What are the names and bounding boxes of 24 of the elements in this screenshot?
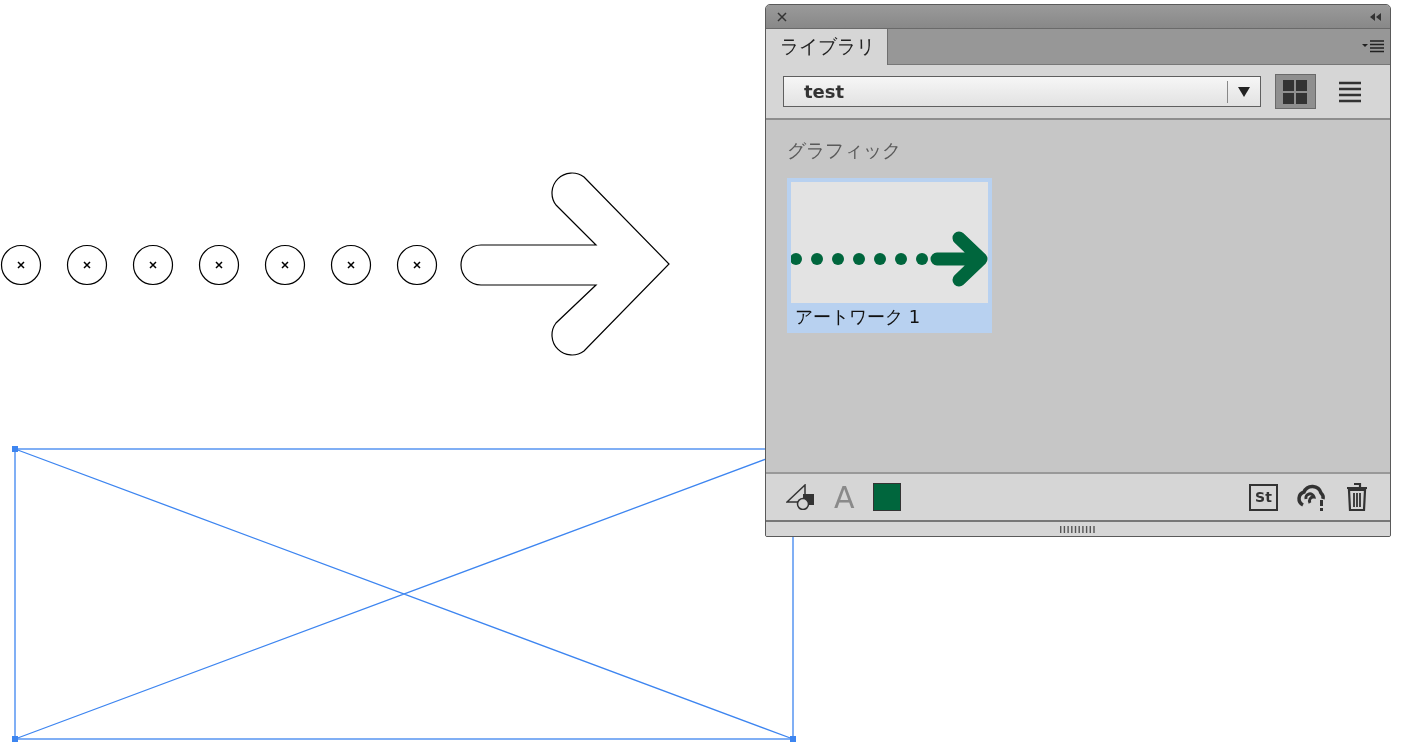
dropdown-caret-icon [1238, 86, 1251, 97]
section-title: グラフィック [787, 138, 902, 163]
trash-icon[interactable] [1346, 483, 1368, 511]
stock-button[interactable]: St [1249, 483, 1278, 511]
close-icon[interactable] [777, 11, 787, 22]
circle-cross-shape [330, 244, 372, 286]
library-dropdown[interactable]: test [783, 76, 1262, 107]
panel-tab[interactable]: ライブラリ [766, 29, 888, 65]
list-icon [1338, 80, 1361, 103]
shapes-icon[interactable] [786, 484, 816, 510]
color-swatch[interactable] [872, 483, 901, 511]
grid-view-button[interactable] [1275, 74, 1316, 109]
library-item[interactable]: アートワーク 1 [787, 178, 992, 333]
item-label: アートワーク 1 [794, 305, 922, 329]
circle-cross-shape [264, 244, 306, 286]
grid-icon [1283, 79, 1308, 104]
circle-cross-shape [198, 244, 240, 286]
circle-cross-shape [132, 244, 174, 286]
menu-icon[interactable] [1362, 39, 1384, 54]
circle-cross-shape [66, 244, 108, 286]
collapse-icon[interactable] [1370, 12, 1382, 21]
circle-cross-shape [396, 244, 438, 286]
resize-grip-icon[interactable] [1059, 525, 1097, 533]
cloud-sync-icon[interactable] [1296, 483, 1328, 511]
